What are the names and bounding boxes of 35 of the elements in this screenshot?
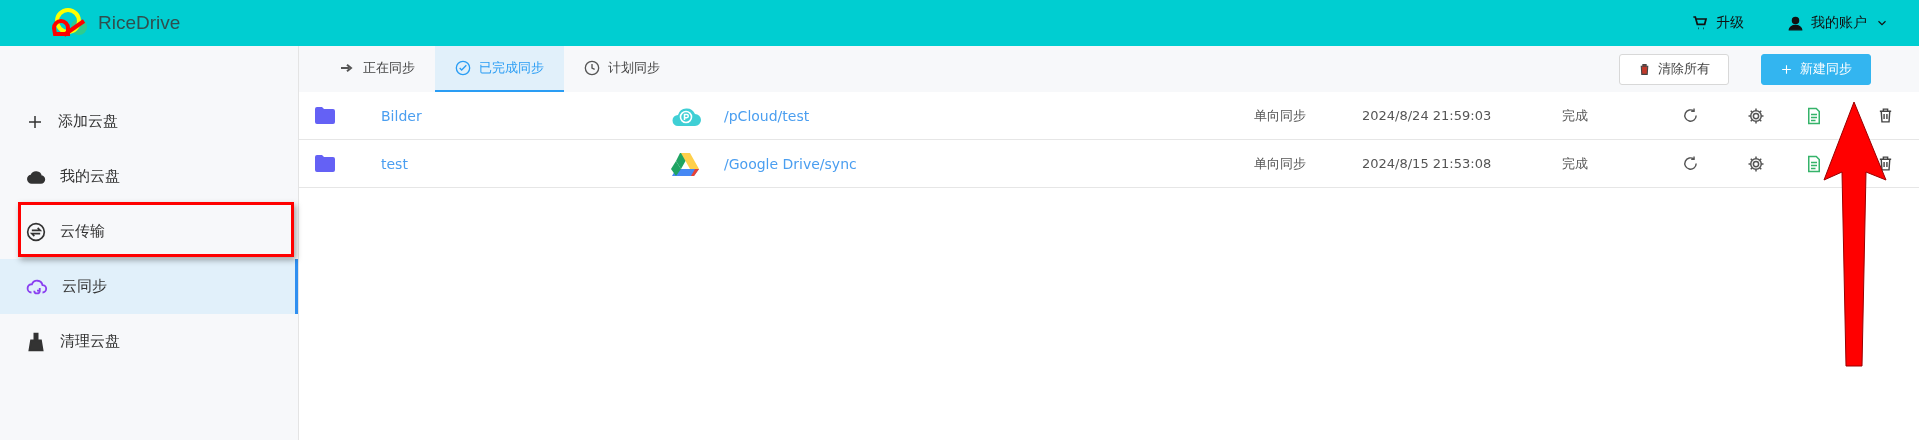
upgrade-link[interactable]: 升级 (1692, 14, 1744, 32)
tab[interactable]: 计划同步 (564, 46, 680, 92)
settings-icon (1747, 154, 1765, 173)
transfer-icon (26, 221, 46, 242)
sync-mode: 单向同步 (1254, 154, 1307, 173)
refresh-icon (1682, 155, 1699, 172)
sidebar-item[interactable]: 我的云盘 (0, 149, 298, 204)
drive-icon (671, 151, 699, 176)
settings-icon (1747, 106, 1765, 125)
brand-name: RiceDrive (98, 12, 181, 34)
trash-icon (1877, 107, 1894, 124)
document-icon (1805, 154, 1823, 173)
check-circle-icon (455, 60, 471, 76)
sync-time: 2024/8/24 21:59:03 (1362, 108, 1493, 123)
sync-time: 2024/8/15 21:53:08 (1362, 156, 1493, 171)
refresh-icon (1682, 107, 1699, 124)
sync-mode: 单向同步 (1254, 106, 1307, 125)
folder-icon (315, 107, 335, 124)
tab[interactable]: 正在同步 (319, 46, 435, 92)
user-icon (1788, 15, 1803, 31)
document-icon (1805, 106, 1823, 125)
clear-all-button[interactable]: 清除所有 (1619, 53, 1729, 85)
sidebar-item[interactable]: 云传输 (0, 204, 298, 259)
account-menu[interactable]: 我的账户 (1788, 14, 1889, 32)
sidebar-item[interactable]: 添加云盘 (0, 94, 298, 149)
clock-icon (584, 60, 600, 76)
trash-icon (1877, 155, 1894, 172)
sidebar-item[interactable]: 云同步 (0, 259, 298, 314)
sync-status: 完成 (1562, 106, 1589, 125)
folder-icon (315, 155, 335, 172)
sync-status: 完成 (1562, 154, 1589, 173)
trash-icon (1638, 62, 1651, 76)
plus-icon (1780, 62, 1793, 76)
sidebar-item[interactable]: 清理云盘 (0, 314, 298, 369)
cart-icon (1692, 15, 1708, 31)
